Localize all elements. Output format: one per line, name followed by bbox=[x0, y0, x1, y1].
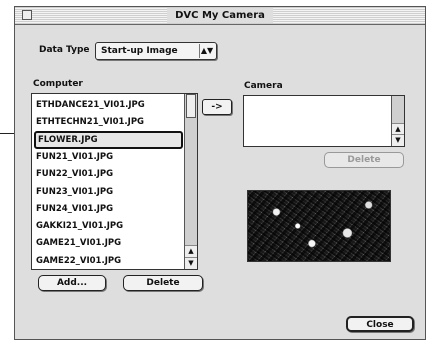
file-row[interactable]: FUN22_VI01.JPG bbox=[34, 165, 181, 183]
file-row-selected[interactable]: FLOWER.JPG bbox=[34, 130, 183, 149]
title-bar[interactable]: DVC My Camera bbox=[15, 7, 425, 25]
updown-arrows-icon: ▲▼ bbox=[199, 44, 214, 58]
scroll-down-arrow-icon[interactable]: ▼ bbox=[185, 257, 197, 269]
camera-label: Camera bbox=[244, 81, 283, 91]
scroll-down-arrow-icon[interactable]: ▼ bbox=[392, 134, 404, 146]
camera-file-list[interactable]: ▲ ▼ bbox=[243, 95, 405, 147]
data-type-popup[interactable]: Start-up Image ▲▼ bbox=[95, 42, 217, 60]
file-row[interactable]: FUN23_VI01.JPG bbox=[34, 183, 181, 201]
data-type-value: Start-up Image bbox=[101, 46, 178, 56]
scroll-up-arrow-icon[interactable]: ▲ bbox=[185, 245, 197, 257]
data-type-label: Data Type bbox=[39, 45, 90, 55]
file-row[interactable]: FUN21_VI01.JPG bbox=[34, 148, 181, 166]
computer-scrollbar[interactable]: ▲ ▼ bbox=[184, 94, 197, 269]
preview-image bbox=[247, 190, 391, 262]
close-box[interactable] bbox=[22, 10, 32, 20]
transfer-button[interactable]: -> bbox=[202, 99, 232, 115]
scroll-thumb[interactable] bbox=[186, 94, 196, 118]
computer-delete-button[interactable]: Delete bbox=[123, 275, 203, 291]
dvc-window: DVC My Camera Data Type Start-up Image ▲… bbox=[14, 6, 426, 340]
camera-delete-button[interactable]: Delete bbox=[324, 152, 404, 168]
file-row[interactable]: GAKKI21_VI01.JPG bbox=[34, 217, 181, 235]
file-row[interactable]: FUN24_VI01.JPG bbox=[34, 200, 181, 218]
computer-file-list[interactable]: ETHDANCE21_VI01.JPG ETHTECHN21_VI01.JPG FL… bbox=[31, 93, 198, 270]
file-row[interactable]: ETHDANCE21_VI01.JPG bbox=[34, 96, 181, 114]
file-row[interactable]: GAME21_VI01.JPG bbox=[34, 234, 181, 252]
close-button[interactable]: Close bbox=[346, 316, 414, 332]
window-title: DVC My Camera bbox=[167, 8, 273, 23]
computer-label: Computer bbox=[33, 79, 83, 89]
file-row[interactable]: ETHTECHN21_VI01.JPG bbox=[34, 113, 181, 131]
camera-scrollbar[interactable]: ▲ ▼ bbox=[391, 96, 404, 146]
add-button[interactable]: Add... bbox=[38, 275, 106, 291]
file-row[interactable]: GAME22_VI01.JPG bbox=[34, 252, 181, 270]
